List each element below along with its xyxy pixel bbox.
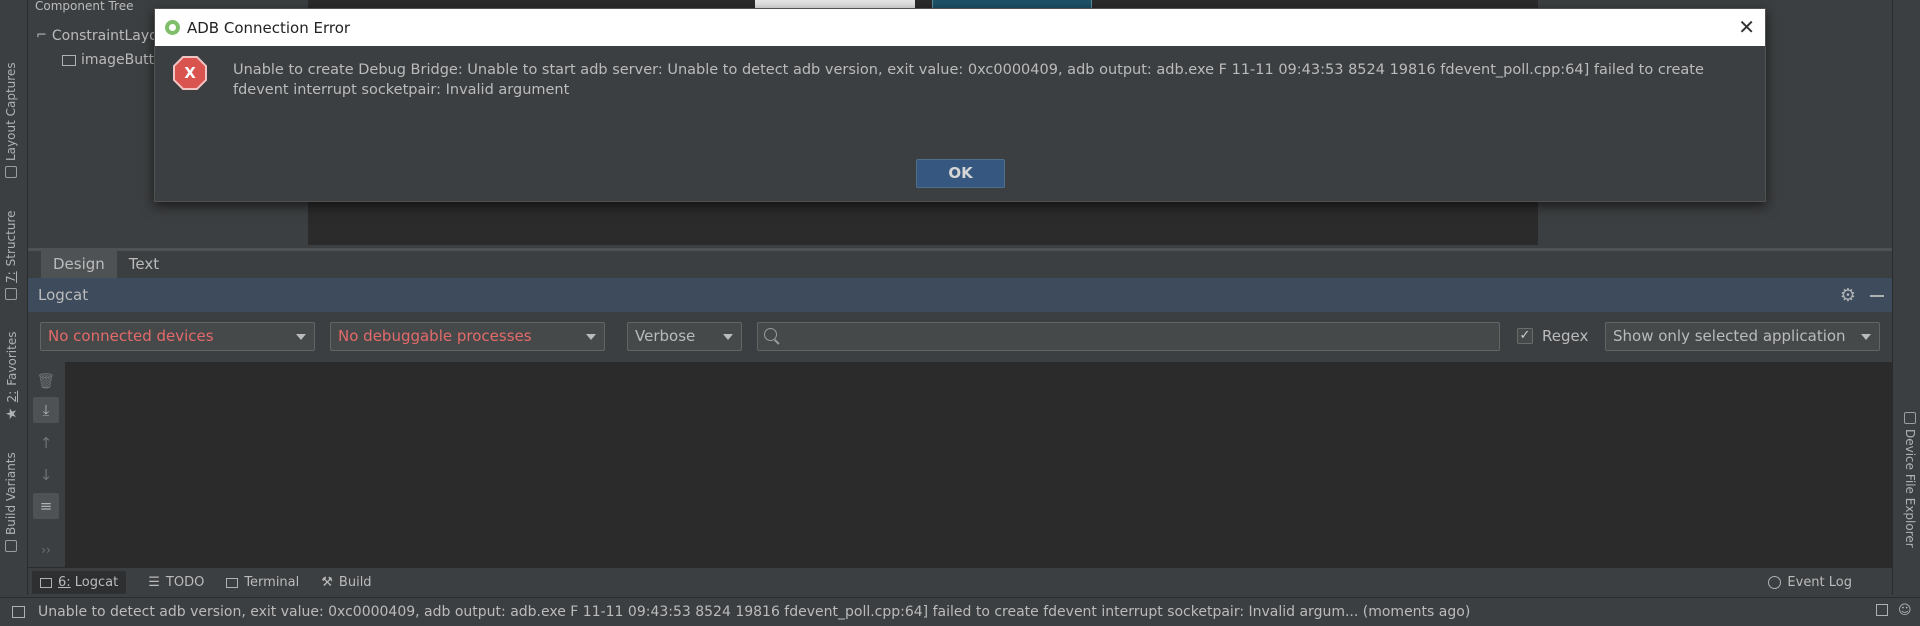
tab-layout-captures-label: Layout Captures — [4, 62, 18, 161]
filter-select-value: Show only selected application — [1613, 327, 1846, 345]
dialog-message: Unable to create Debug Bridge: Unable to… — [233, 62, 1704, 98]
close-icon[interactable]: ✕ — [1738, 17, 1755, 37]
constraint-layout-icon: ⌐ — [36, 28, 47, 43]
event-log-label: Event Log — [1787, 575, 1852, 590]
scroll-to-end-icon[interactable]: ⤓ — [33, 397, 59, 423]
minimize-icon[interactable] — [1870, 294, 1884, 297]
dialog-title: ADB Connection Error — [187, 18, 351, 37]
status-window-icon[interactable] — [12, 606, 25, 618]
soft-wrap-icon[interactable]: ≡ — [33, 493, 59, 519]
filter-select[interactable]: Show only selected application — [1605, 322, 1880, 351]
tab-terminal-label: Terminal — [244, 575, 300, 590]
build-variants-icon — [5, 540, 17, 552]
dialog-titlebar: ADB Connection Error ✕ — [155, 9, 1765, 46]
tab-structure-label: Structure — [4, 210, 18, 267]
chevron-down-icon — [723, 334, 733, 340]
tab-build-variants[interactable]: Build Variants — [4, 452, 18, 552]
logcat-icon — [40, 577, 52, 588]
tab-favorites-number: 2: — [5, 390, 19, 403]
tab-layout-captures[interactable]: Layout Captures — [4, 62, 18, 178]
hammer-icon: ⚒ — [321, 575, 333, 590]
regex-label: Regex — [1542, 327, 1589, 345]
star-icon: ★ — [4, 407, 20, 420]
trash-icon[interactable]: 🗑 — [33, 368, 59, 394]
bottom-tool-tabs: 6: Logcat ☰ TODO Terminal ⚒ Build Event … — [28, 567, 1892, 597]
structure-icon — [5, 288, 17, 300]
tab-todo[interactable]: ☰ TODO — [148, 575, 204, 590]
android-studio-icon — [165, 20, 180, 35]
terminal-icon — [226, 577, 239, 588]
error-icon: X — [173, 56, 207, 90]
logcat-search-input[interactable] — [757, 322, 1500, 351]
left-tool-strip: Layout Captures 7: Structure ★ 2: Favori… — [0, 0, 28, 595]
tab-design[interactable]: Design — [41, 251, 117, 278]
logcat-filters: No connected devices No debuggable proce… — [28, 312, 1892, 362]
tab-logcat-label: Logcat — [74, 575, 119, 590]
right-tool-strip: Device File Explorer — [1892, 0, 1920, 595]
tab-logcat[interactable]: 6: Logcat — [32, 571, 127, 594]
adb-error-dialog: ADB Connection Error ✕ X Unable to creat… — [154, 8, 1766, 202]
event-log-icon — [1768, 576, 1782, 589]
tab-terminal[interactable]: Terminal — [226, 575, 299, 590]
ok-button[interactable]: OK — [916, 159, 1005, 188]
image-icon — [62, 54, 76, 66]
tab-device-file-explorer[interactable]: Device File Explorer — [1903, 412, 1917, 548]
arrow-up-icon[interactable]: ↑ — [33, 430, 59, 456]
lock-icon[interactable] — [1876, 604, 1888, 616]
search-icon — [764, 328, 777, 341]
tab-build[interactable]: ⚒ Build — [321, 575, 371, 590]
device-icon — [1904, 412, 1916, 424]
tab-structure-number: 7: — [4, 271, 18, 283]
device-select-value: No connected devices — [48, 327, 214, 345]
more-icon[interactable]: ›› — [33, 537, 59, 563]
logcat-output[interactable] — [65, 362, 1892, 567]
logcat-body: 🗑 ⤓ ↑ ↓ ≡ ›› — [28, 362, 1892, 567]
tree-item-label: ConstraintLayo — [51, 28, 158, 44]
list-icon: ☰ — [148, 575, 160, 590]
logcat-toolbar: 🗑 ⤓ ↑ ↓ ≡ ›› — [28, 362, 64, 567]
editor-tabs: Design Text — [28, 248, 1892, 278]
arrow-down-icon[interactable]: ↓ — [33, 462, 59, 488]
tab-text[interactable]: Text — [117, 251, 171, 278]
tab-todo-label: TODO — [165, 575, 205, 590]
log-level-select[interactable]: Verbose — [627, 322, 742, 351]
error-glyph: X — [184, 64, 196, 82]
tab-device-file-explorer-label: Device File Explorer — [1903, 429, 1917, 548]
tab-logcat-number: 6: — [58, 575, 71, 590]
chevron-down-icon — [296, 334, 306, 340]
tab-structure[interactable]: 7: Structure — [4, 210, 18, 300]
tab-favorites[interactable]: ★ 2: Favorites — [4, 332, 20, 420]
regex-checkbox[interactable]: ✓ — [1517, 328, 1533, 344]
status-bar: Unable to detect adb version, exit value… — [0, 597, 1920, 626]
gear-icon[interactable]: ⚙ — [1840, 285, 1856, 306]
chevron-down-icon — [1861, 334, 1871, 340]
hector-icon[interactable]: ☺ — [1898, 604, 1912, 618]
camera-icon — [5, 166, 17, 178]
tree-item-label: imageButt — [81, 52, 155, 68]
device-select[interactable]: No connected devices — [40, 322, 315, 351]
process-select-value: No debuggable processes — [338, 327, 532, 345]
tab-build-label: Build — [338, 575, 372, 590]
status-message[interactable]: Unable to detect adb version, exit value… — [38, 598, 1470, 626]
event-log-button[interactable]: Event Log — [1768, 575, 1852, 590]
tab-build-variants-label: Build Variants — [4, 452, 18, 535]
process-select[interactable]: No debuggable processes — [330, 322, 605, 351]
logcat-title: Logcat — [38, 286, 89, 304]
tab-favorites-label: Favorites — [5, 331, 19, 386]
chevron-down-icon — [586, 334, 596, 340]
logcat-header: Logcat ⚙ — [28, 278, 1892, 312]
log-level-value: Verbose — [635, 327, 696, 345]
